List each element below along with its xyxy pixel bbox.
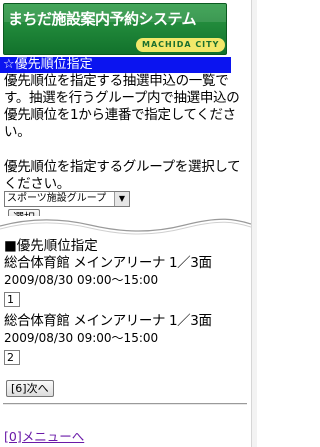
city-logo: MACHIDA CITY — [136, 38, 226, 52]
priority-input[interactable]: 2 — [4, 350, 20, 365]
divider — [3, 403, 247, 405]
scrollbar[interactable] — [251, 0, 257, 447]
group-select[interactable]: スポーツ施設グループ ▼ — [4, 191, 130, 207]
next-button[interactable]: [6]次へ — [6, 380, 54, 397]
group-select-value: スポーツ施設グループ — [7, 193, 107, 204]
page-heading: ☆優先順位指定 — [0, 57, 231, 73]
site-banner: まちだ施設案内予約システム MACHIDA CITY — [3, 3, 227, 55]
site-title: まちだ施設案内予約システム — [8, 10, 197, 28]
record-facility: 総合体育館 メインアリーナ 1／3面 — [4, 255, 212, 271]
screenshot-torn-divider — [0, 216, 251, 236]
group-prompt-text: 優先順位を指定するグループを選択してください。 — [4, 159, 241, 192]
record-datetime: 2009/08/30 09:00～15:00 — [4, 331, 159, 345]
record-facility: 総合体育館 メインアリーナ 1／3面 — [4, 313, 212, 329]
instructions-text: 優先順位を指定する抽選申込の一覧です。抽選を行うグループ内で抽選申込の優先順位を… — [4, 73, 240, 140]
priority-input[interactable]: 1 — [4, 292, 20, 307]
chevron-down-icon[interactable]: ▼ — [114, 192, 129, 206]
priority-section-title: ■優先順位指定 — [4, 238, 98, 254]
menu-link[interactable]: [0]メニューへ — [4, 426, 84, 445]
record-datetime: 2009/08/30 09:00～15:00 — [4, 273, 159, 287]
